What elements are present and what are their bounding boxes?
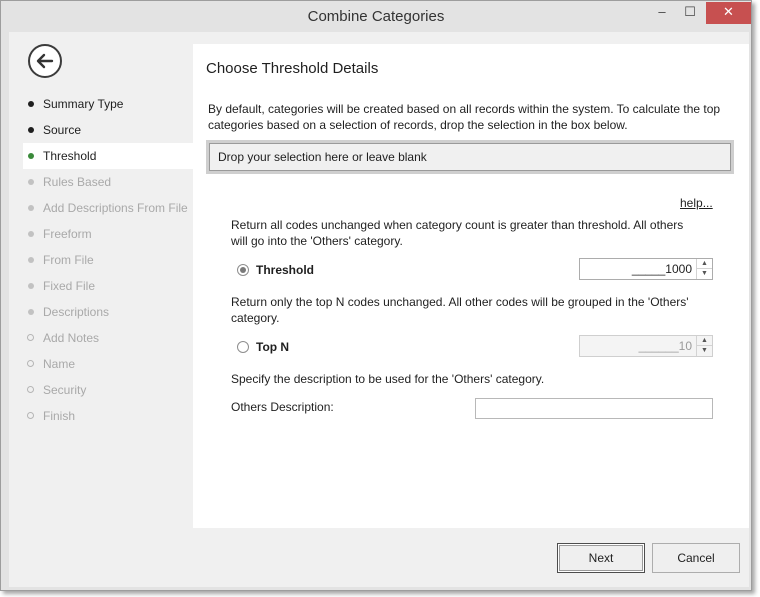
threshold-description: Return all codes unchanged when category… [231,218,684,248]
sidebar-item-label: From File [43,253,94,267]
maximize-button[interactable]: ☐ [677,2,703,24]
spin-down-icon[interactable]: ▼ [697,269,712,279]
top-n-label: Top N [256,340,290,354]
sidebar-item-label: Add Notes [43,331,100,345]
sidebar-item-descriptions[interactable]: Descriptions [23,299,193,325]
sidebar-item-label: Add Descriptions From File [43,201,188,215]
spin-up-icon[interactable]: ▲ [697,336,712,346]
threshold-radio-option[interactable]: Threshold [237,261,314,279]
top-n-stepper[interactable]: ______10 ▲ ▼ [579,335,713,357]
wizard-footer: Next Cancel [9,528,749,587]
threshold-stepper[interactable]: _____1000 ▲ ▼ [579,258,713,280]
spin-up-icon[interactable]: ▲ [697,259,712,269]
intro-text: By default, categories will be created b… [208,102,721,132]
step-list: Summary Type Source Threshold Rules Based Ad… [23,91,193,429]
sidebar-item-label: Threshold [43,149,97,163]
page-title: Choose Threshold Details [206,60,379,77]
sidebar-item-label: Summary Type [43,97,124,111]
back-arrow-icon [36,53,54,69]
cancel-button[interactable]: Cancel [652,543,740,573]
top-n-spin-buttons: ▲ ▼ [696,336,712,356]
sidebar-item-label: Security [43,383,87,397]
top-n-description: Return only the top N codes unchanged. A… [231,295,689,325]
optional-step-icon [27,386,34,393]
step-bullet-icon [28,257,34,263]
step-bullet-icon [28,179,34,185]
title-bar: Combine Categories ‒ ☐ ✕ [1,1,751,33]
spin-down-icon[interactable]: ▼ [697,346,712,356]
sidebar-item-rules-based[interactable]: Rules Based [23,169,193,195]
sidebar-item-label: Freeform [43,227,92,241]
sidebar-item-security[interactable]: Security [23,377,193,403]
sidebar-item-label: Rules Based [43,175,112,189]
sidebar-item-threshold[interactable]: Threshold [23,143,193,169]
next-button[interactable]: Next [557,543,645,573]
sidebar-item-source[interactable]: Source [23,117,193,143]
main-panel: Choose Threshold Details By default, cat… [193,44,749,528]
sidebar-item-label: Source [43,123,82,137]
sidebar-item-add-descriptions-from-file[interactable]: Add Descriptions From File [23,195,193,221]
threshold-spin-buttons: ▲ ▼ [696,259,712,279]
sidebar-item-label: Finish [43,409,76,423]
step-bullet-icon [28,231,34,237]
step-bullet-icon [28,101,34,107]
help-link[interactable]: help... [680,196,713,210]
others-description-label: Others Description: [231,400,334,414]
step-bullet-icon [28,283,34,289]
top-n-value: ______10 [638,339,692,353]
minimize-button[interactable]: ‒ [649,2,675,24]
sidebar-item-label: Name [43,357,76,371]
optional-step-icon [27,334,34,341]
selection-drop-zone[interactable]: Drop your selection here or leave blank [206,140,734,174]
sidebar-item-freeform[interactable]: Freeform [23,221,193,247]
sidebar-item-name[interactable]: Name [23,351,193,377]
sidebar-item-from-file[interactable]: From File [23,247,193,273]
sidebar-item-add-notes[interactable]: Add Notes [23,325,193,351]
drop-zone-text: Drop your selection here or leave blank [209,143,731,171]
window-title: Combine Categories [307,8,445,25]
step-bullet-icon [28,309,34,315]
wizard-body: Summary Type Source Threshold Rules Based Ad… [9,32,749,587]
back-button[interactable] [28,44,62,78]
top-n-radio[interactable] [237,341,249,353]
top-n-radio-option[interactable]: Top N [237,338,289,356]
threshold-value: _____1000 [631,262,692,276]
optional-step-icon [27,412,34,419]
sidebar-item-label: Fixed File [43,279,96,293]
wizard-window: Combine Categories ‒ ☐ ✕ Summary Type Sou… [0,0,752,591]
optional-step-icon [27,360,34,367]
step-sidebar: Summary Type Source Threshold Rules Based Ad… [9,32,193,528]
step-bullet-icon [28,127,34,133]
threshold-radio[interactable] [237,264,249,276]
step-bullet-icon [28,153,34,159]
sidebar-item-fixed-file[interactable]: Fixed File [23,273,193,299]
step-bullet-icon [28,205,34,211]
close-button[interactable]: ✕ [706,2,751,24]
others-description-field[interactable] [475,398,713,419]
sidebar-item-finish[interactable]: Finish [23,403,193,429]
sidebar-item-summary-type[interactable]: Summary Type [23,91,193,117]
sidebar-item-label: Descriptions [43,305,110,319]
threshold-label: Threshold [256,263,315,277]
others-description-help: Specify the description to be used for t… [231,372,545,386]
